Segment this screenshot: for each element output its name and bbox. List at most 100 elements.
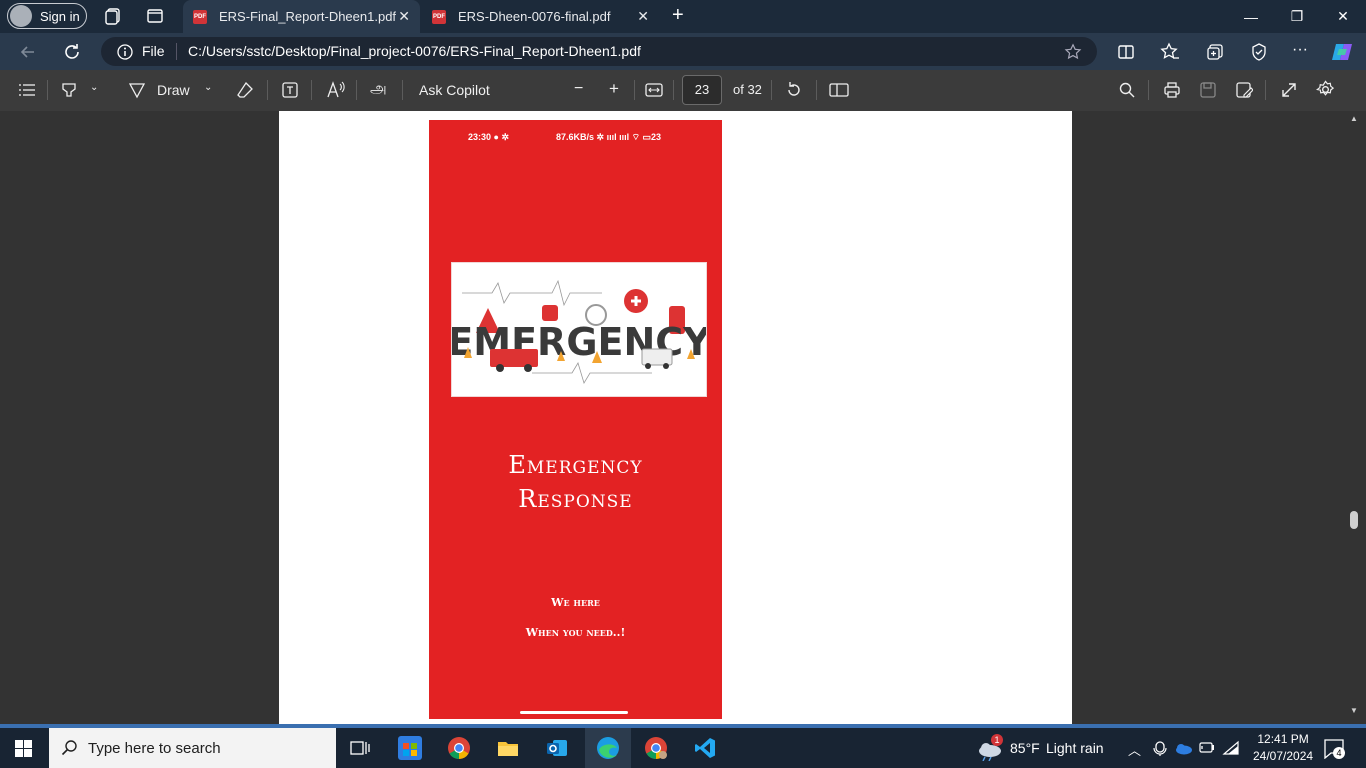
draw-label[interactable]: Draw <box>157 82 190 98</box>
edge-taskbar-active[interactable] <box>585 728 631 768</box>
text-box-icon[interactable] <box>281 81 299 99</box>
onedrive-icon[interactable] <box>1174 741 1192 755</box>
draw-icon[interactable] <box>128 81 146 99</box>
sign-in-label: Sign in <box>40 8 80 24</box>
vscode-icon[interactable] <box>693 736 717 760</box>
settings-gear-icon[interactable] <box>1316 80 1335 99</box>
info-icon[interactable] <box>117 44 133 60</box>
zoom-out-icon[interactable]: − <box>574 80 583 98</box>
tab-title: ERS-Dheen-0076-final.pdf <box>458 9 611 24</box>
chrome-profile-icon[interactable] <box>644 736 668 760</box>
fullscreen-icon[interactable] <box>1280 81 1298 99</box>
scheme-label: File <box>142 43 165 59</box>
new-tab-button[interactable]: + <box>672 4 684 27</box>
show-hidden-icons-icon[interactable]: ︿ <box>1128 740 1141 759</box>
save-as-icon[interactable] <box>1235 81 1253 99</box>
address-bar[interactable]: File C:/Users/sstc/Desktop/Final_project… <box>101 37 1097 66</box>
clock[interactable]: 12:41 PM 24/07/2024 <box>1253 732 1313 763</box>
tab-final[interactable]: PDF ERS-Dheen-0076-final.pdf ✕ <box>422 0 659 33</box>
status-time-text: 23:30 <box>468 132 492 142</box>
collections-icon[interactable] <box>1205 42 1225 62</box>
search-placeholder: Type here to search <box>88 740 221 757</box>
save-icon[interactable] <box>1199 81 1217 99</box>
pdf-viewer[interactable]: 23:30 ● ✲ 87.6KB/s ✲ ıııl ıııl ⌔ ▭23 EME… <box>0 111 1366 724</box>
tab-report[interactable]: PDF ERS-Final_Report-Dheen1.pdf ✕ <box>183 0 420 33</box>
close-tab-icon[interactable]: ✕ <box>398 8 410 25</box>
highlight-dropdown-icon[interactable]: ⌄ <box>90 82 98 93</box>
page-total: of 32 <box>733 82 762 97</box>
favorite-star-icon[interactable] <box>1064 43 1082 61</box>
app-title-line2: Response <box>518 485 633 513</box>
back-icon[interactable] <box>18 42 38 62</box>
translate-icon[interactable]: அ <box>370 80 387 99</box>
restore-button[interactable]: ❐ <box>1274 0 1320 33</box>
emergency-illustration: EMERGENCY <box>452 279 706 384</box>
divider <box>771 80 772 100</box>
url-text[interactable]: C:/Users/sstc/Desktop/Final_project-0076… <box>188 43 641 59</box>
taskbar-search[interactable]: Type here to search <box>49 728 336 768</box>
windows-start-icon[interactable] <box>15 740 32 757</box>
read-aloud-icon[interactable] <box>326 81 346 99</box>
tagline-line1: We here <box>551 596 600 609</box>
taskbar: Type here to search 1 85°F Light rain ︿ … <box>0 728 1366 768</box>
tab-actions-icon[interactable] <box>145 6 165 26</box>
fit-to-page-icon[interactable] <box>645 82 663 98</box>
close-tab-icon[interactable]: ✕ <box>637 8 649 25</box>
edge-icon <box>597 737 619 759</box>
rotate-icon[interactable] <box>785 81 803 99</box>
pdf-page: 23:30 ● ✲ 87.6KB/s ✲ ıııl ıııl ⌔ ▭23 EME… <box>279 111 1072 724</box>
outlook-icon[interactable] <box>545 736 569 760</box>
copilot-icon[interactable] <box>1330 40 1354 64</box>
home-indicator <box>520 711 628 714</box>
address-bar-area: File C:/Users/sstc/Desktop/Final_project… <box>0 33 1366 70</box>
chrome-icon[interactable] <box>447 736 471 760</box>
weather-temp[interactable]: 85°F <box>1010 740 1040 756</box>
status-time: 23:30 ● ✲ <box>468 132 510 142</box>
divider <box>634 80 635 100</box>
split-screen-icon[interactable] <box>1116 42 1136 62</box>
weather-desc[interactable]: Light rain <box>1046 740 1104 756</box>
workspaces-icon[interactable] <box>103 6 123 26</box>
weather-icon[interactable]: 1 <box>975 734 1005 761</box>
search-icon[interactable] <box>1118 81 1136 99</box>
scroll-up-icon[interactable]: ▲ <box>1350 114 1358 123</box>
page-view-icon[interactable] <box>829 82 849 98</box>
power-icon[interactable] <box>1198 740 1216 756</box>
print-icon[interactable] <box>1163 81 1181 99</box>
meet-now-icon[interactable] <box>1153 740 1167 756</box>
page-number-input[interactable]: 23 <box>682 75 722 105</box>
phone-screenshot: 23:30 ● ✲ 87.6KB/s ✲ ıııl ıııl ⌔ ▭23 EME… <box>429 120 722 719</box>
pdf-icon: PDF <box>432 9 446 24</box>
more-options-icon[interactable]: ··· <box>1292 41 1308 59</box>
divider <box>176 43 177 60</box>
file-explorer-icon[interactable] <box>496 736 520 760</box>
zoom-in-icon[interactable]: + <box>609 79 619 99</box>
divider <box>816 80 817 100</box>
close-window-button[interactable]: ✕ <box>1320 0 1366 33</box>
highlight-icon[interactable] <box>60 81 78 99</box>
refresh-icon[interactable] <box>62 42 82 62</box>
browser-essentials-icon[interactable] <box>1249 42 1269 62</box>
divider <box>402 80 403 100</box>
tagline-line2: When you need..! <box>525 626 626 639</box>
microsoft-store-icon[interactable] <box>398 736 422 760</box>
clock-date: 24/07/2024 <box>1253 749 1314 763</box>
app-title-line1: Emergency <box>508 451 643 479</box>
eraser-icon[interactable] <box>236 81 254 99</box>
tab-title: ERS-Final_Report-Dheen1.pdf <box>219 9 397 24</box>
contents-icon[interactable] <box>18 82 36 98</box>
minimize-button[interactable]: — <box>1228 0 1274 33</box>
status-network: 87.6KB/s ✲ ıııl ıııl ⌔ ▭23 <box>556 132 662 142</box>
divider <box>47 80 48 100</box>
draw-dropdown-icon[interactable]: ⌄ <box>204 82 212 93</box>
wifi-icon[interactable] <box>1222 740 1240 756</box>
ask-copilot-button[interactable]: Ask Copilot <box>419 82 490 98</box>
network-speed: 87.6KB/s <box>556 132 595 142</box>
scroll-down-icon[interactable]: ▼ <box>1350 706 1358 715</box>
notifications-icon[interactable]: 4 <box>1323 737 1345 759</box>
divider <box>1265 80 1266 100</box>
task-view-icon[interactable] <box>350 739 370 757</box>
scrollbar-thumb[interactable] <box>1350 511 1358 529</box>
sign-in-button[interactable]: Sign in <box>7 3 87 29</box>
favorites-icon[interactable] <box>1160 42 1180 62</box>
